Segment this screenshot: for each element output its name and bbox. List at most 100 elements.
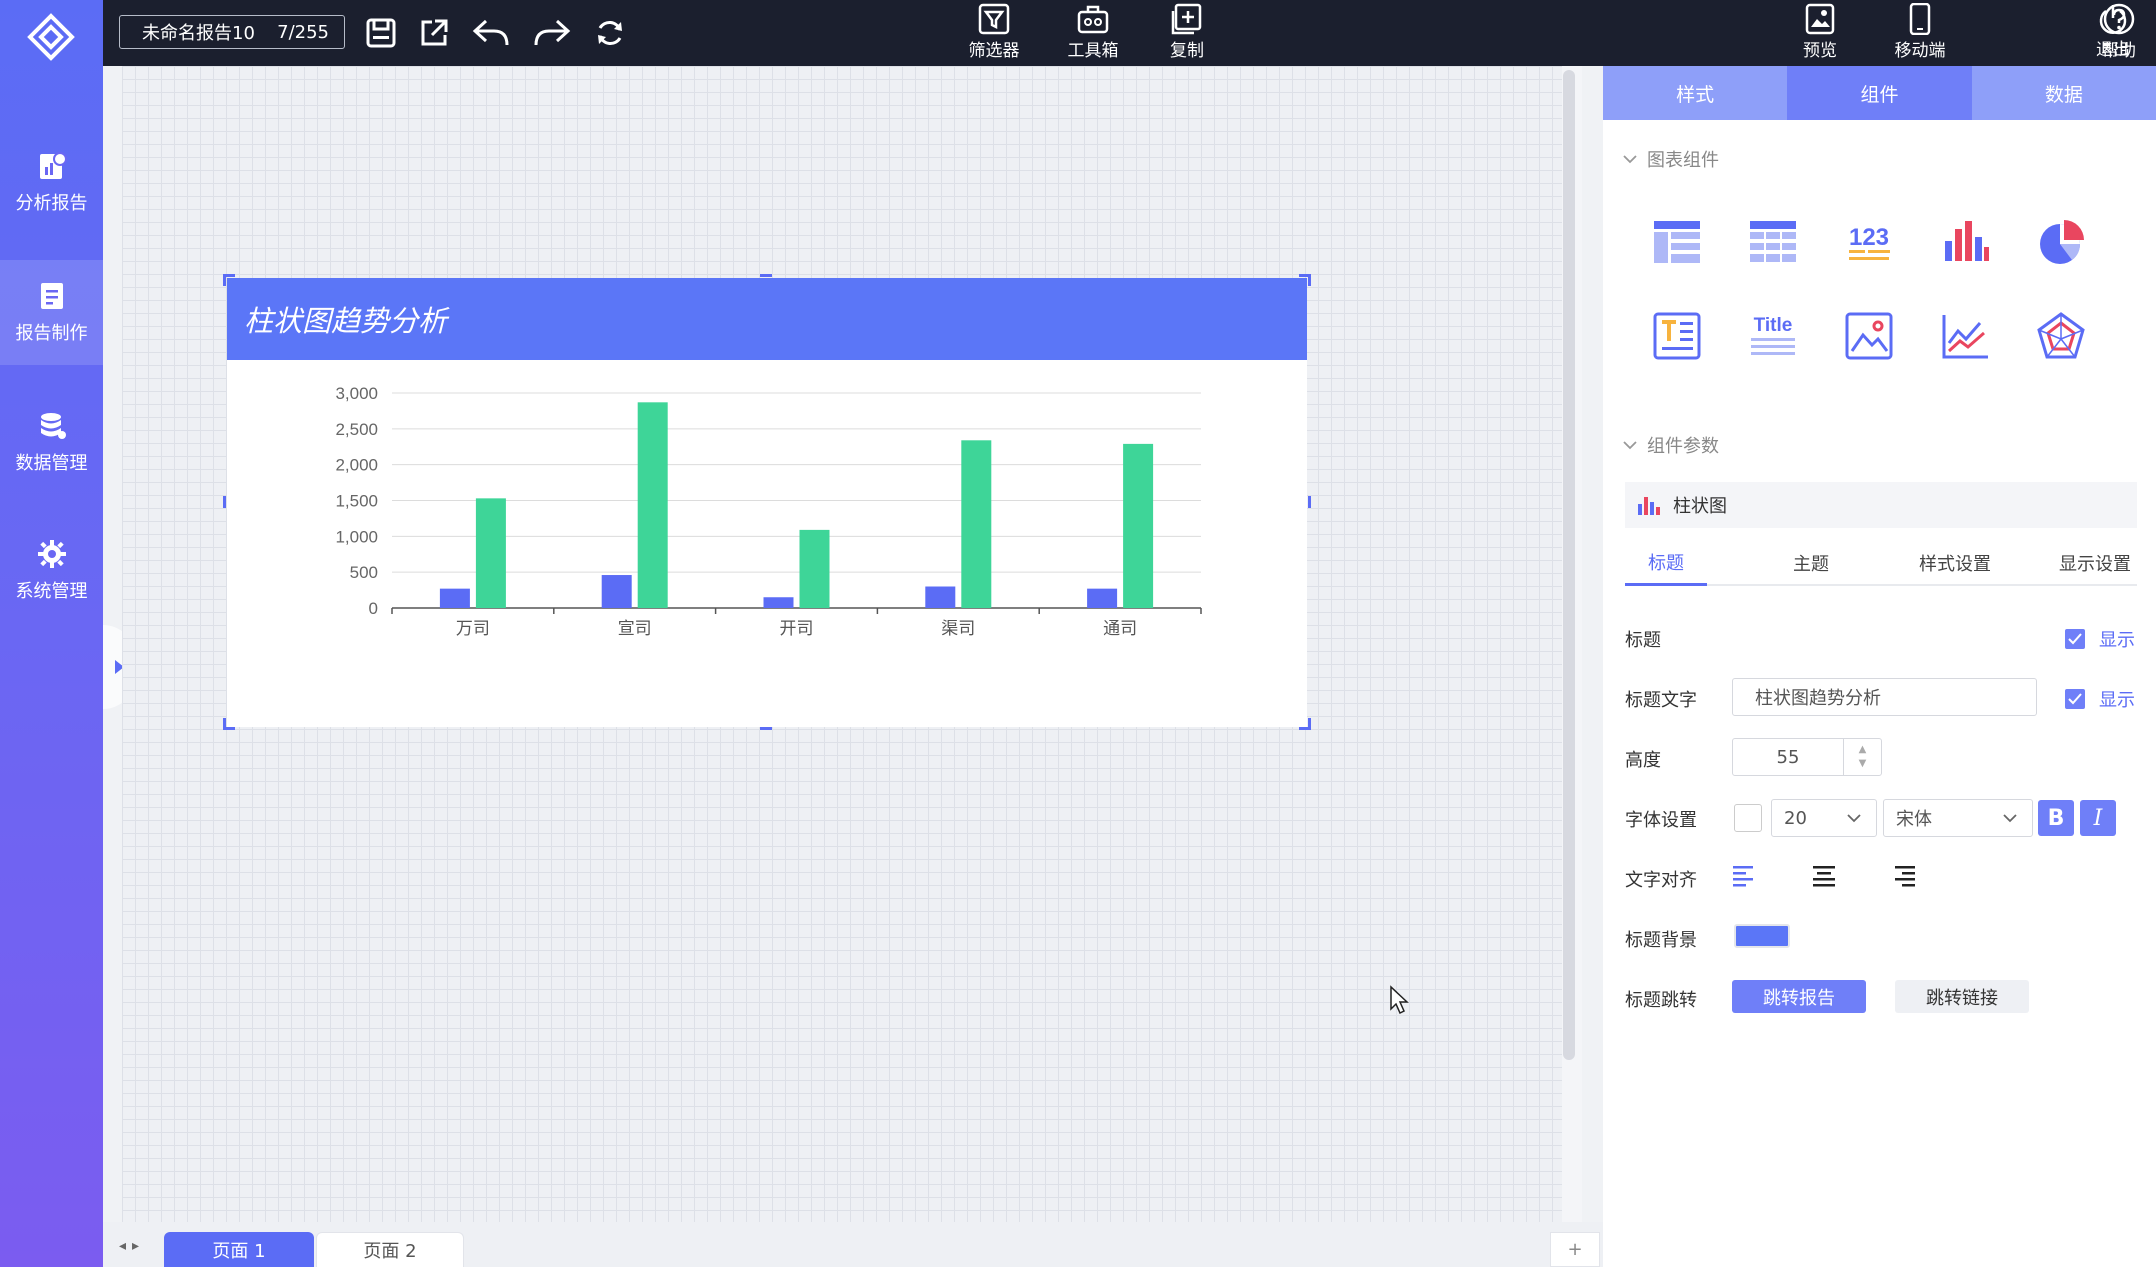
title-icon[interactable]: Title	[1743, 306, 1803, 366]
sidebar-item-report-edit[interactable]: 报告制作	[0, 260, 103, 365]
italic-button[interactable]: I	[2080, 800, 2116, 836]
x-tick-label: 宣司	[618, 619, 652, 638]
page-tab-2[interactable]: 页面 2	[316, 1232, 464, 1267]
title-label: 标题	[1625, 630, 1661, 651]
chevron-down-icon	[1623, 155, 1637, 164]
stepper-arrows-icon[interactable]: ▲ ▼	[1843, 739, 1881, 775]
height-label: 高度	[1625, 750, 1661, 771]
undo-icon	[472, 19, 509, 46]
title-text-show-label[interactable]: 显示	[2099, 686, 2135, 712]
preview-button[interactable]: 预览	[1785, 0, 1855, 66]
bar-chart-icon[interactable]	[1935, 212, 1995, 272]
toolbox-icon	[1077, 5, 1109, 34]
report-edit-icon	[40, 282, 63, 309]
jump-report-button[interactable]: 跳转报告	[1732, 980, 1866, 1013]
add-page-button[interactable]: +	[1550, 1232, 1600, 1267]
bar	[475, 498, 506, 608]
page-tab-1[interactable]: 页面 1	[164, 1232, 314, 1267]
resize-handle-bottom[interactable]	[760, 727, 772, 730]
sidebar-item-label: 数据管理	[15, 452, 88, 474]
section-chart-components[interactable]: 图表组件	[1623, 146, 1719, 172]
y-tick-label: 0	[369, 599, 378, 618]
export-button[interactable]	[415, 14, 453, 52]
title-text-show-checkbox[interactable]	[2065, 689, 2085, 709]
align-center-icon[interactable]	[1806, 858, 1842, 894]
align-right-icon[interactable]	[1886, 858, 1922, 894]
toolbox-button[interactable]: 工具箱	[1058, 0, 1128, 66]
chart-title: 柱状图趋势分析	[244, 304, 448, 338]
logout-button[interactable]: 退出	[2073, 0, 2153, 66]
save-button[interactable]	[362, 14, 400, 52]
refresh-button[interactable]	[591, 14, 629, 52]
title-text-input[interactable]: 柱状图趋势分析	[1732, 678, 2037, 716]
bar-chart: 0 500 1,000 1,500 2,000 2,500 3,000 万司 宣司 开司 渠司 通司	[335, 384, 1202, 638]
preview-icon	[1805, 3, 1835, 35]
analysis-report-icon	[39, 151, 67, 179]
sidebar-item-data-management[interactable]: 数据管理	[0, 390, 103, 495]
text-box-icon[interactable]	[1647, 306, 1707, 366]
pie-chart-icon[interactable]	[2031, 212, 2091, 272]
chevron-down-icon	[2003, 814, 2017, 823]
align-left-icon[interactable]	[1726, 858, 1762, 894]
tab-components[interactable]: 组件	[1787, 66, 1972, 120]
properties-panel: 样式 组件 数据 图表组件 123 Title 组件参数 柱状图 标题 主题 样…	[1603, 66, 2156, 1267]
text-align-label: 文字对齐	[1625, 870, 1697, 891]
bar	[925, 586, 956, 608]
y-tick-label: 1,000	[335, 527, 378, 546]
table-icon[interactable]	[1647, 212, 1707, 272]
section-component-params[interactable]: 组件参数	[1623, 432, 1719, 458]
bar-chart-widget[interactable]: 柱状图趋势分析 0 500 1,000 1,500 2,000 2,500 3,000 万司 宣…	[227, 278, 1307, 727]
selected-component-name: 柱状图	[1625, 482, 2137, 528]
resize-handle-br-v[interactable]	[1308, 718, 1311, 730]
app-logo-icon[interactable]	[25, 12, 77, 62]
resize-handle-left[interactable]	[223, 496, 226, 508]
filter-button[interactable]: 筛选器	[959, 0, 1029, 66]
x-tick-label: 开司	[780, 619, 814, 638]
sidebar-item-system-management[interactable]: 系统管理	[0, 518, 103, 623]
resize-handle-top[interactable]	[760, 274, 772, 277]
title-jump-label: 标题跳转	[1625, 990, 1697, 1011]
font-family-select[interactable]: 宋体	[1883, 799, 2033, 837]
sidebar-item-label: 分析报告	[15, 192, 88, 214]
resize-handle-tl-v[interactable]	[223, 274, 226, 286]
number-card-icon[interactable]: 123	[1839, 212, 1899, 272]
font-size-select[interactable]: 20	[1771, 799, 1877, 837]
copy-button[interactable]: 复制	[1152, 0, 1222, 66]
sub-tab-style-settings[interactable]: 样式设置	[1895, 540, 2015, 586]
title-show-checkbox[interactable]	[2065, 629, 2085, 649]
resize-handle-tr-v[interactable]	[1308, 274, 1311, 286]
canvas-scrollbar-thumb[interactable]	[1563, 70, 1575, 1060]
y-tick-label: 3,000	[335, 384, 378, 403]
sub-tab-display-settings[interactable]: 显示设置	[2035, 540, 2155, 586]
title-bg-label: 标题背景	[1625, 930, 1697, 951]
sub-tab-title[interactable]: 标题	[1625, 540, 1707, 586]
y-tick-label: 2,000	[335, 456, 378, 475]
jump-link-button[interactable]: 跳转链接	[1895, 980, 2029, 1013]
mobile-button[interactable]: 移动端	[1883, 0, 1957, 66]
report-name-field[interactable]: 未命名报告10 7/255	[119, 15, 345, 49]
undo-button[interactable]	[472, 14, 510, 52]
height-stepper[interactable]: 55 ▲ ▼	[1732, 738, 1882, 776]
cross-table-icon[interactable]	[1743, 212, 1803, 272]
page-scroll-arrows-icon[interactable]: ◂▸	[119, 1238, 145, 1254]
image-icon[interactable]	[1839, 306, 1899, 366]
page-tabs-bar: ◂▸ 页面 1 页面 2 +	[103, 1222, 1603, 1267]
font-color-picker[interactable]	[1734, 804, 1762, 832]
bold-button[interactable]: B	[2038, 800, 2074, 836]
title-show-label[interactable]: 显示	[2099, 626, 2135, 652]
resize-handle-bl-v[interactable]	[223, 718, 226, 730]
line-chart-icon[interactable]	[1935, 306, 1995, 366]
bar	[601, 575, 632, 608]
bar	[763, 597, 794, 608]
title-bg-color-picker[interactable]	[1734, 924, 1790, 948]
tab-style[interactable]: 样式	[1603, 66, 1788, 120]
bar	[799, 529, 830, 608]
sidebar-item-analysis-report[interactable]: 分析报告	[0, 130, 103, 235]
mobile-phone-icon	[1909, 3, 1931, 35]
resize-handle-right[interactable]	[1308, 496, 1311, 508]
chart-title-bar: 柱状图趋势分析	[227, 278, 1307, 360]
radar-chart-icon[interactable]	[2031, 306, 2091, 366]
sub-tab-theme[interactable]: 主题	[1770, 540, 1852, 586]
tab-data[interactable]: 数据	[1971, 66, 2156, 120]
redo-button[interactable]	[533, 14, 571, 52]
